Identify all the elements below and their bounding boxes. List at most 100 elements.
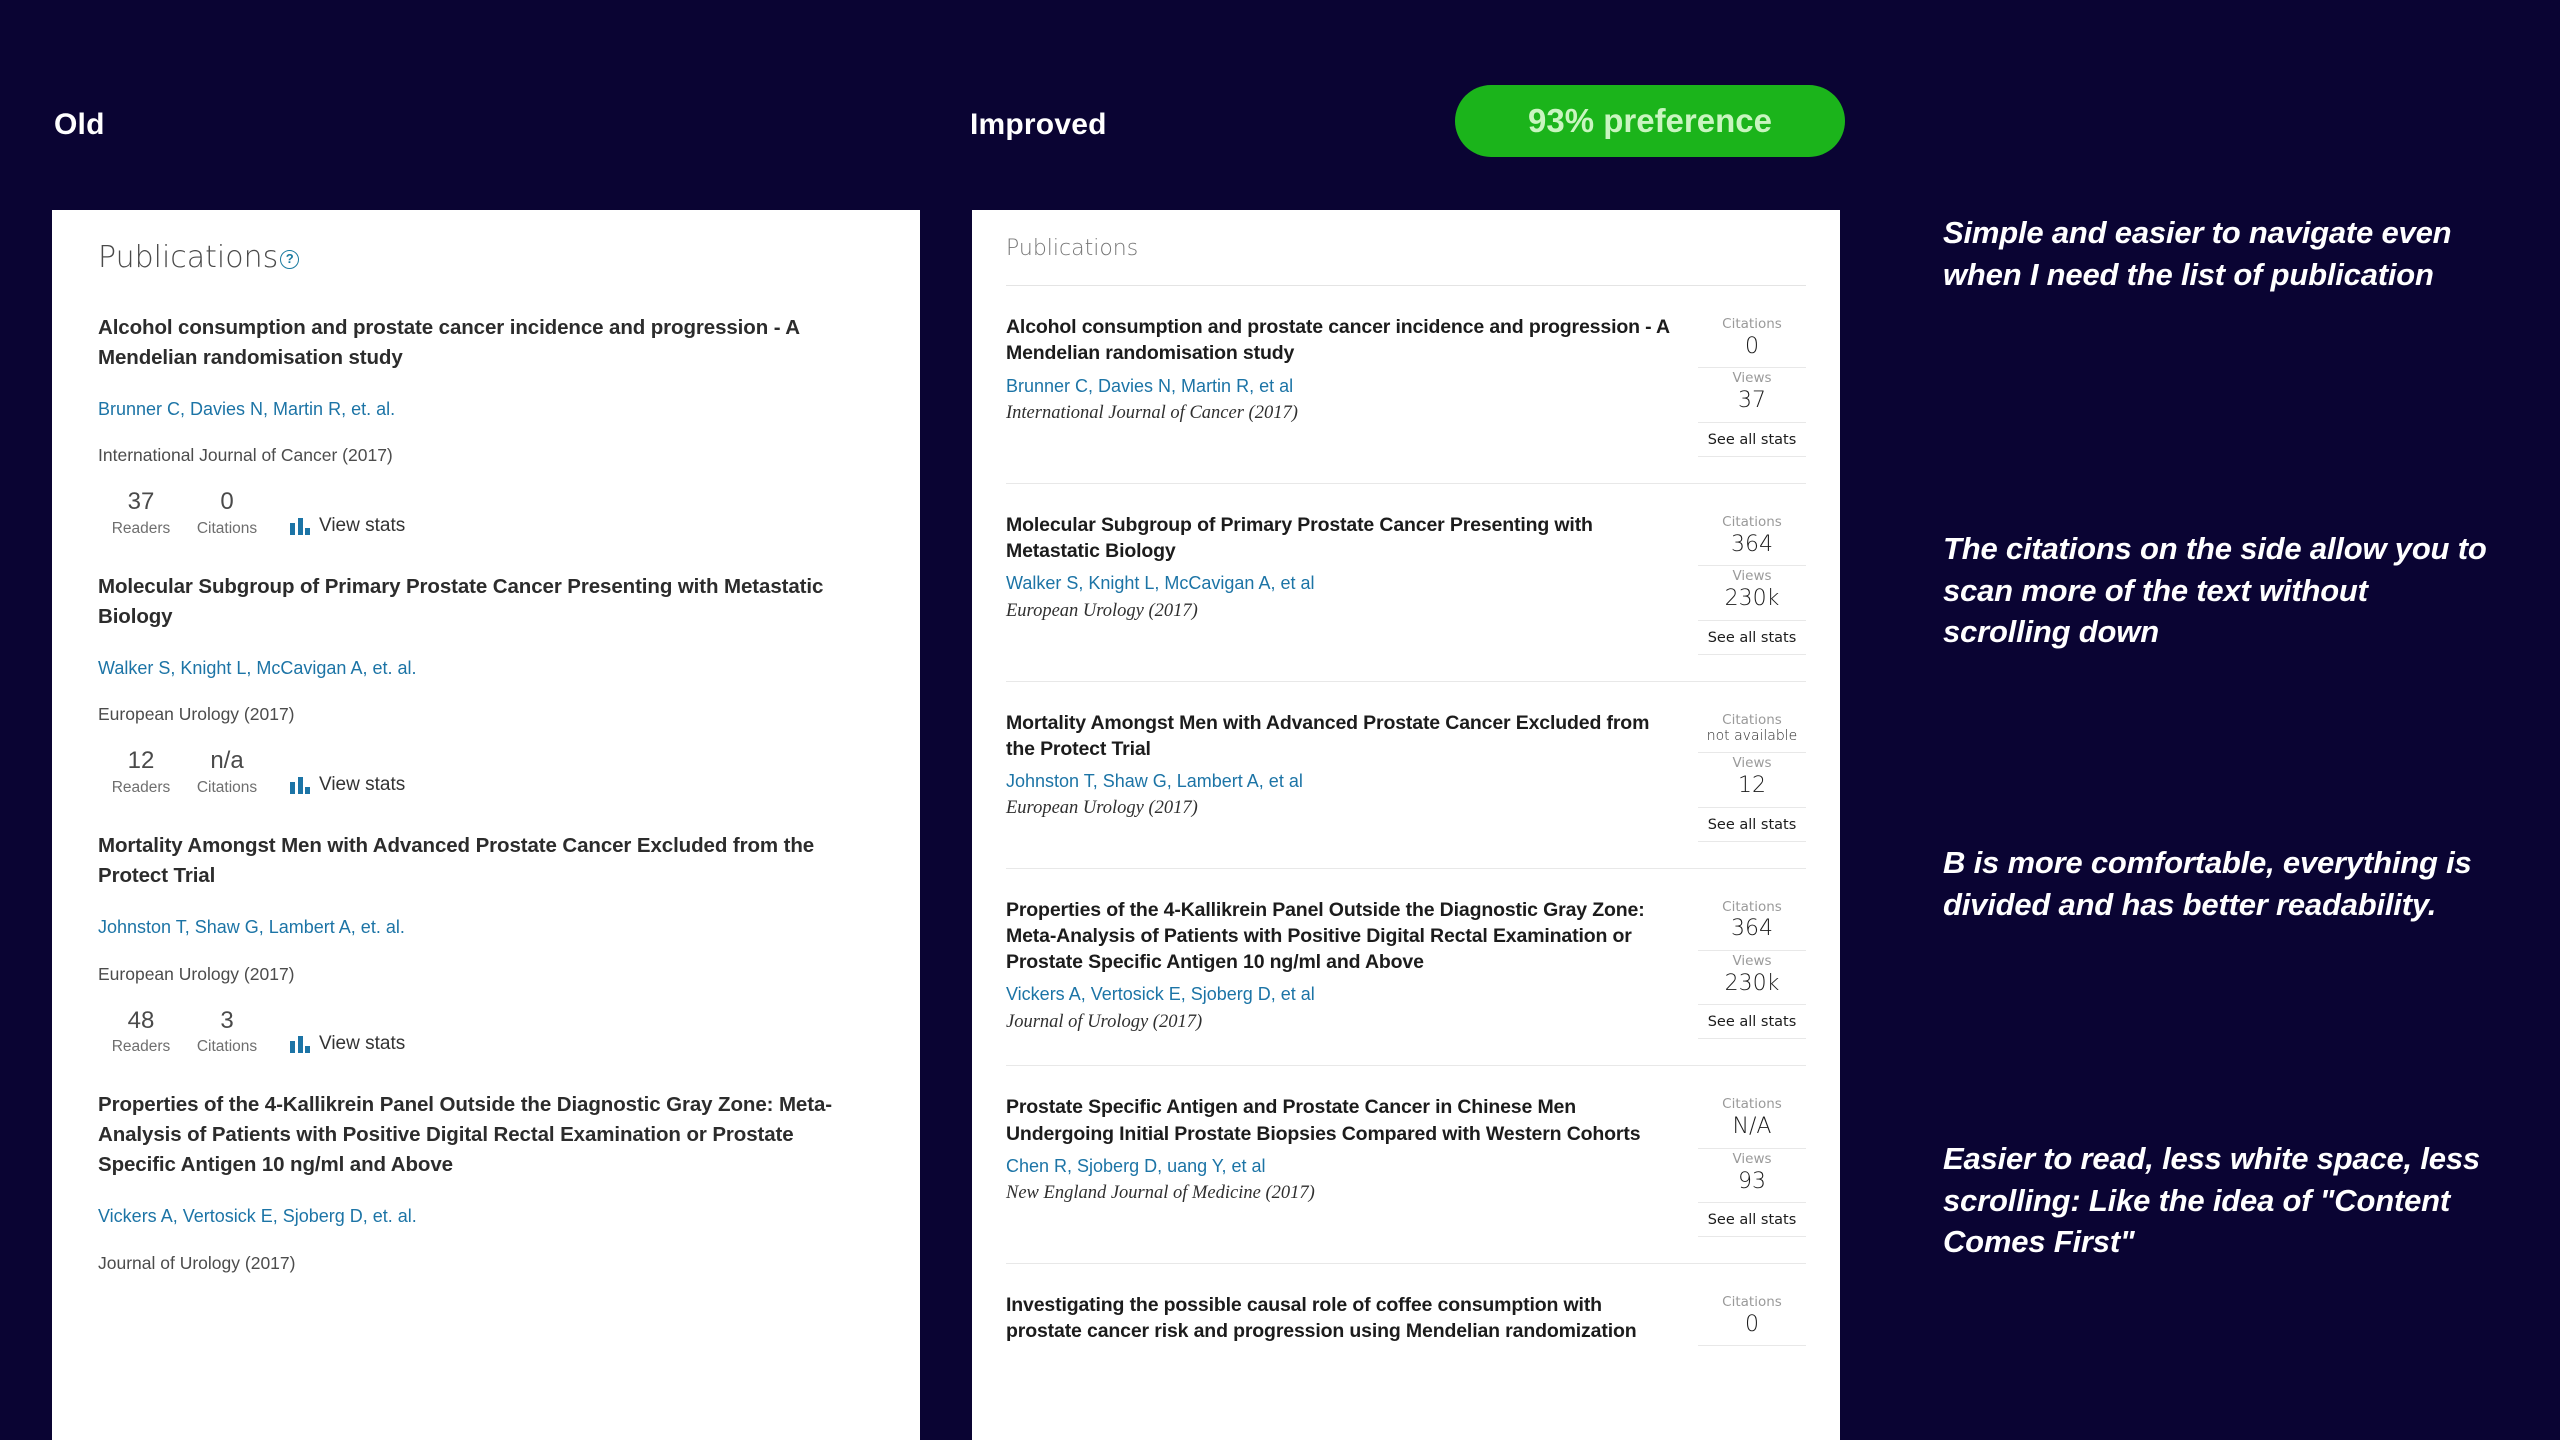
publication-authors[interactable]: Walker S, Knight L, McCavigan A, et al: [1006, 571, 1672, 595]
old-design-panel: Publications ? Alcohol consumption and p…: [52, 210, 920, 1440]
new-publication-item: Prostate Specific Antigen and Prostate C…: [1006, 1066, 1806, 1265]
new-section-title: Publications: [1006, 236, 1806, 286]
readers-label: Readers: [111, 520, 171, 538]
readers-value: 37: [127, 488, 155, 516]
view-stats-button[interactable]: View stats: [290, 774, 405, 797]
view-stats-label: View stats: [319, 515, 406, 537]
new-publication-item: Alcohol consumption and prostate cancer …: [1006, 286, 1806, 484]
citations-block: Citations 364: [1698, 897, 1806, 951]
comparison-slide: Old Improved 93% preference Publications…: [0, 0, 2560, 1440]
views-label: Views: [1732, 755, 1772, 772]
publication-main: Mortality Amongst Men with Advanced Pros…: [1006, 710, 1698, 842]
publication-journal: International Journal of Cancer (2017): [1006, 402, 1298, 423]
publication-main: Prostate Specific Antigen and Prostate C…: [1006, 1094, 1698, 1237]
publication-stats-rail: Citations 0: [1698, 1292, 1806, 1352]
readers-stat: 37 Readers: [98, 488, 184, 538]
publication-title[interactable]: Properties of the 4-Kallikrein Panel Out…: [1006, 897, 1672, 976]
new-publication-item: Investigating the possible causal role o…: [1006, 1264, 1806, 1378]
question-circle-icon[interactable]: ?: [280, 250, 300, 269]
publication-authors[interactable]: Walker S, Knight L, McCavigan A, et. al.: [98, 656, 874, 681]
new-publication-item: Properties of the 4-Kallikrein Panel Out…: [1006, 869, 1806, 1067]
publication-title[interactable]: Investigating the possible causal role o…: [1006, 1292, 1672, 1345]
see-all-stats-link[interactable]: See all stats: [1698, 423, 1806, 457]
publication-journal: European Urology (2017): [1006, 798, 1198, 819]
publication-authors[interactable]: Chen R, Sjoberg D, uang Y, et al: [1006, 1154, 1672, 1178]
see-all-stats-link[interactable]: See all stats: [1698, 808, 1806, 842]
publication-authors[interactable]: Brunner C, Davies N, Martin R, et. al.: [98, 397, 874, 422]
citations-block: Citations N/A: [1698, 1094, 1806, 1149]
citations-label: Citations: [1722, 513, 1782, 530]
citations-value: 364: [1731, 531, 1773, 557]
old-section-header: Publications ?: [98, 240, 874, 275]
citations-value: 3: [220, 1006, 234, 1034]
publication-main: Investigating the possible causal role o…: [1006, 1292, 1698, 1352]
publication-main: Properties of the 4-Kallikrein Panel Out…: [1006, 897, 1698, 1040]
publication-title[interactable]: Prostate Specific Antigen and Prostate C…: [1006, 1094, 1672, 1147]
publication-title[interactable]: Alcohol consumption and prostate cancer …: [98, 313, 874, 373]
feedback-quote: The citations on the side allow you to s…: [1943, 531, 2487, 650]
citations-stat: 0 Citations: [184, 488, 270, 538]
bar-chart-icon: [290, 517, 310, 535]
citations-label: Citations: [1722, 316, 1782, 332]
views-value: 230k: [1724, 586, 1780, 611]
bar-chart-icon: [290, 1035, 310, 1053]
publication-title[interactable]: Properties of the 4-Kallikrein Panel Out…: [98, 1090, 874, 1180]
publication-title[interactable]: Molecular Subgroup of Primary Prostate C…: [98, 572, 874, 632]
citations-label: Citations: [196, 520, 258, 538]
views-label: Views: [1732, 370, 1772, 387]
citations-value: 0: [1745, 333, 1759, 359]
publication-title[interactable]: Alcohol consumption and prostate cancer …: [1006, 314, 1672, 367]
publication-journal: European Urology (2017): [98, 963, 295, 984]
publication-authors[interactable]: Johnston T, Shaw G, Lambert A, et. al.: [98, 915, 874, 940]
citations-label: Citations: [1722, 898, 1782, 915]
citations-value: 0: [220, 488, 234, 516]
readers-value: 48: [127, 1006, 155, 1034]
views-label: Views: [1732, 1150, 1772, 1167]
views-value: 12: [1738, 773, 1766, 799]
old-publication-item: Properties of the 4-Kallikrein Panel Out…: [98, 1090, 874, 1274]
citations-value: 364: [1731, 916, 1773, 942]
citations-stat: 3 Citations: [184, 1007, 270, 1057]
readers-stat: 48 Readers: [98, 1007, 184, 1057]
publication-journal: International Journal of Cancer (2017): [98, 445, 393, 466]
see-all-stats-link[interactable]: See all stats: [1698, 1203, 1806, 1238]
preference-badge: 93% preference: [1455, 85, 1845, 157]
view-stats-button[interactable]: View stats: [290, 515, 405, 538]
publication-stats: 37 Readers 0 Citations View stats: [98, 488, 874, 538]
citations-value: not available: [1706, 728, 1798, 745]
old-column-label: Old: [54, 108, 105, 141]
publication-stats: 12 Readers n/a Citations View stats: [98, 747, 874, 797]
readers-label: Readers: [111, 779, 171, 797]
view-stats-button[interactable]: View stats: [290, 1033, 405, 1056]
citations-value: n/a: [210, 747, 244, 775]
publication-title[interactable]: Mortality Amongst Men with Advanced Pros…: [1006, 710, 1672, 763]
views-value: 93: [1738, 1168, 1766, 1194]
improved-column-label: Improved: [970, 108, 1107, 141]
views-block: Views 93: [1698, 1149, 1806, 1204]
old-publication-item: Alcohol consumption and prostate cancer …: [98, 313, 874, 538]
views-value: 37: [1738, 388, 1766, 414]
citations-block: Citations 0: [1698, 314, 1806, 369]
see-all-stats-link[interactable]: See all stats: [1698, 1005, 1806, 1040]
readers-value: 12: [127, 747, 155, 775]
publication-main: Molecular Subgroup of Primary Prostate C…: [1006, 512, 1698, 655]
see-all-stats-link[interactable]: See all stats: [1698, 621, 1806, 655]
publication-authors[interactable]: Vickers A, Vertosick E, Sjoberg D, et. a…: [98, 1204, 874, 1229]
publication-authors[interactable]: Brunner C, Davies N, Martin R, et al: [1006, 374, 1672, 398]
views-block: Views 37: [1698, 368, 1806, 423]
new-publication-list: Alcohol consumption and prostate cancer …: [1006, 286, 1806, 1378]
views-label: Views: [1732, 952, 1772, 969]
citations-value: N/A: [1732, 1114, 1772, 1140]
publication-title[interactable]: Mortality Amongst Men with Advanced Pros…: [98, 831, 874, 891]
publication-stats-rail: Citations 0 Views 37 See all stats: [1698, 314, 1806, 457]
publication-authors[interactable]: Vickers A, Vertosick E, Sjoberg D, et al: [1006, 982, 1672, 1006]
readers-label: Readers: [111, 1038, 171, 1056]
publication-authors[interactable]: Johnston T, Shaw G, Lambert A, et al: [1006, 769, 1672, 793]
old-publication-list: Alcohol consumption and prostate cancer …: [98, 313, 874, 1274]
publication-journal: European Urology (2017): [98, 704, 295, 725]
publication-title[interactable]: Molecular Subgroup of Primary Prostate C…: [1006, 512, 1672, 565]
views-block: Views 12: [1698, 753, 1806, 808]
bar-chart-icon: [290, 776, 310, 794]
publication-stats-rail: Citations 364 Views 230k See all stats: [1698, 897, 1806, 1040]
views-value: 230k: [1724, 970, 1780, 996]
